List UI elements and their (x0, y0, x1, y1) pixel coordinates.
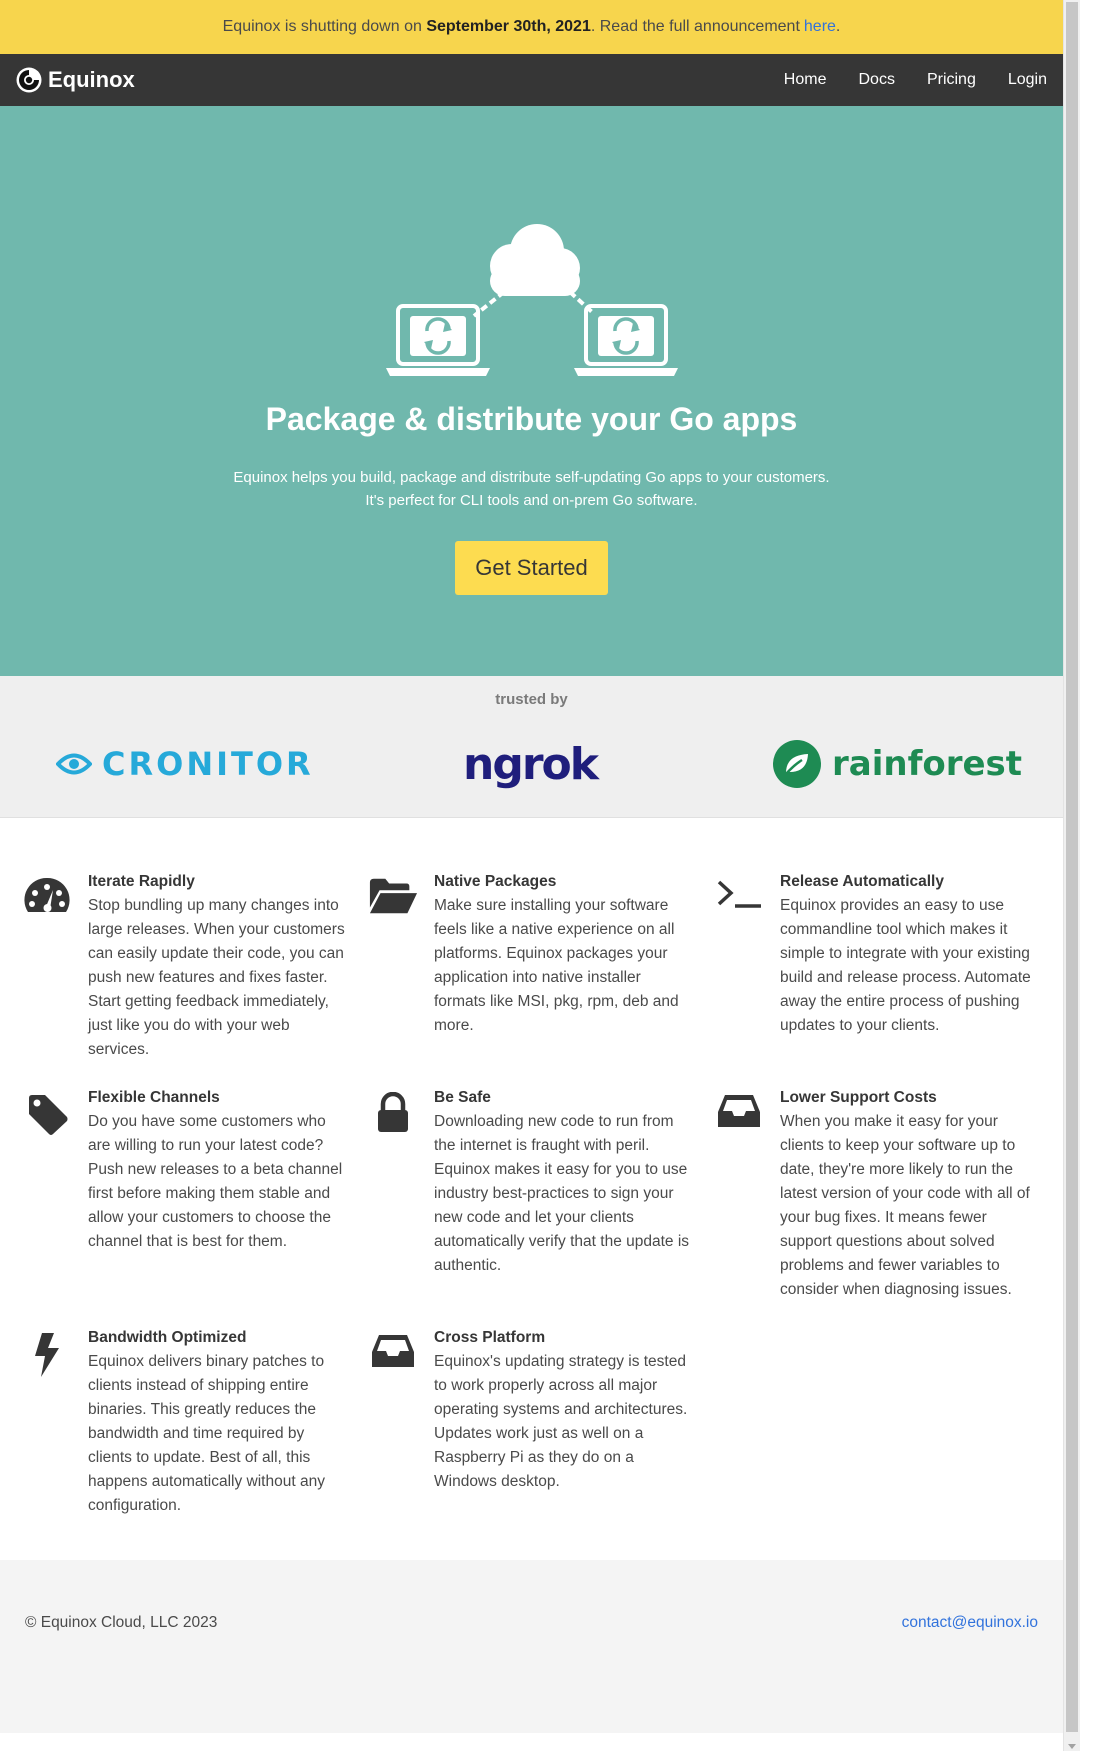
brand-name: Equinox (48, 67, 135, 92)
leaf-icon (773, 740, 821, 788)
feature-text: Make sure installing your software feels… (434, 897, 679, 1034)
tag-icon (29, 1095, 68, 1135)
eye-icon (56, 753, 92, 775)
cloud-laptops-sync-icon (385, 224, 678, 376)
scrollbar-thumb[interactable] (1066, 2, 1078, 1732)
nav-login[interactable]: Login (992, 54, 1047, 106)
feature-title: Flexible Channels (88, 1089, 220, 1106)
lock-icon (378, 1092, 408, 1132)
terminal-icon (717, 880, 761, 908)
inbox-icon (372, 1335, 414, 1367)
feature-lower-support-costs: Lower Support Costs When you make it eas… (718, 1086, 1040, 1302)
feature-flexible-channels: Flexible Channels Do you have some custo… (29, 1086, 348, 1254)
hero-subtitle: Equinox helps you build, package and dis… (233, 466, 829, 512)
announcement-bar: Equinox is shutting down on September 30… (0, 0, 1063, 54)
feature-iterate-rapidly: Iterate Rapidly Stop bundling up many ch… (24, 870, 348, 1062)
feature-title: Iterate Rapidly (88, 873, 195, 890)
feature-title: Lower Support Costs (780, 1089, 937, 1106)
feature-text: Downloading new code to run from the int… (434, 1113, 690, 1274)
feature-text: Equinox's updating strategy is tested to… (434, 1353, 688, 1490)
feature-text: When you make it easy for your clients t… (780, 1113, 1030, 1298)
bolt-icon (35, 1333, 59, 1377)
trusted-by-label: trusted by (495, 691, 568, 708)
feature-text: Equinox delivers binary patches to clien… (88, 1353, 325, 1514)
announcement-middle: . Read the full announcement (590, 18, 800, 35)
get-started-button[interactable]: Get Started (455, 541, 608, 595)
nav-docs[interactable]: Docs (842, 54, 910, 106)
hero-subtitle-line-2: It's perfect for CLI tools and on-prem G… (365, 492, 698, 509)
feature-title: Be Safe (434, 1089, 491, 1106)
feature-title: Bandwidth Optimized (88, 1329, 247, 1346)
equinox-logo-icon (16, 67, 42, 93)
scroll-down-arrow-icon[interactable] (1068, 1744, 1076, 1749)
nav-pricing[interactable]: Pricing (911, 54, 992, 106)
cronitor-logo: CRONITOR (56, 734, 314, 794)
announcement-link[interactable]: here (804, 18, 836, 36)
feature-release-automatically: Release Automatically Equinox provides a… (717, 870, 1040, 1038)
feature-title: Release Automatically (780, 873, 944, 890)
trusted-by-section: trusted by CRONITOR ngrok rainforest (0, 676, 1063, 818)
feature-text: Do you have some customers who are willi… (88, 1113, 343, 1250)
feature-cross-platform: Cross Platform Equinox's updating strate… (372, 1326, 694, 1494)
folder-open-icon (369, 878, 418, 914)
feature-title: Native Packages (434, 873, 557, 890)
dashboard-gauge-icon (24, 877, 70, 912)
nav-home[interactable]: Home (768, 54, 843, 106)
features-section: Iterate Rapidly Stop bundling up many ch… (0, 818, 1063, 1563)
rainforest-logo: rainforest (772, 734, 1022, 794)
feature-title: Cross Platform (434, 1329, 546, 1346)
contact-email-link[interactable]: contact@equinox.io (902, 1614, 1038, 1632)
page: Equinox is shutting down on September 30… (0, 0, 1063, 1751)
footer: © Equinox Cloud, LLC 2023 contact@equino… (0, 1560, 1063, 1733)
ngrok-logo: ngrok (463, 734, 599, 794)
cronitor-logo-text: CRONITOR (102, 745, 314, 783)
feature-text: Equinox provides an easy to use commandl… (780, 897, 1031, 1034)
hero-title: Package & distribute your Go apps (265, 401, 798, 437)
hero: Package & distribute your Go apps Equino… (0, 106, 1063, 676)
nav-menu: Home Docs Pricing Login (768, 54, 1047, 106)
hero-subtitle-line-1: Equinox helps you build, package and dis… (233, 469, 830, 486)
announcement-prefix: Equinox is shutting down on (222, 18, 422, 35)
ngrok-logo-text: ngrok (463, 738, 599, 790)
navbar: Equinox Home Docs Pricing Login (0, 54, 1063, 106)
announcement-date: September 30th, 2021 (426, 18, 591, 35)
feature-be-safe: Be Safe Downloading new code to run from… (378, 1086, 694, 1278)
vertical-scrollbar[interactable] (1063, 0, 1080, 1751)
announcement-suffix: . (835, 18, 841, 35)
feature-text: Stop bundling up many changes into large… (88, 897, 345, 1058)
feature-bandwidth-optimized: Bandwidth Optimized Equinox delivers bin… (35, 1326, 348, 1518)
feature-native-packages: Native Packages Make sure installing you… (369, 870, 694, 1038)
inbox-icon (718, 1095, 760, 1127)
rainforest-logo-text: rainforest (832, 744, 1023, 784)
copyright-text: © Equinox Cloud, LLC 2023 (25, 1614, 218, 1631)
brand-link[interactable]: Equinox (16, 67, 135, 93)
